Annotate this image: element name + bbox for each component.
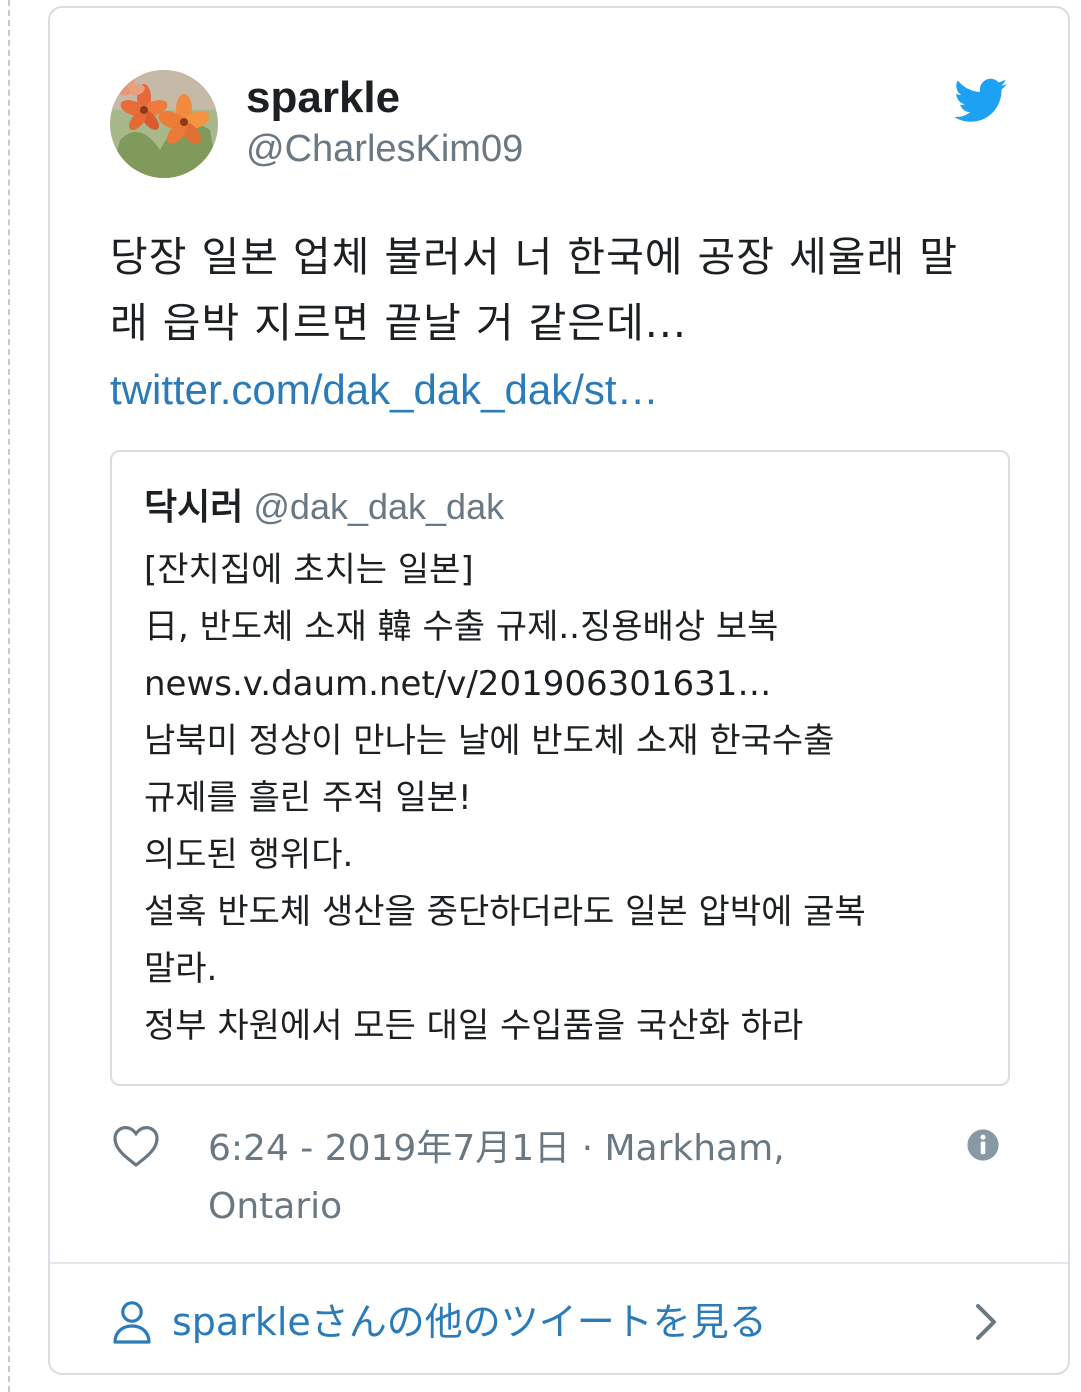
quoted-text-line: 정부 차원에서 모든 대일 수입품을 국산화 하라	[144, 1006, 804, 1046]
quoted-author-handle: @dak_dak_dak	[253, 486, 505, 527]
info-icon[interactable]	[966, 1128, 1000, 1162]
quoted-tweet[interactable]: 닥시러 @dak_dak_dak [잔치집에 초치는 일본] 日, 반도체 소재 …	[110, 450, 1010, 1086]
author-handle[interactable]: @CharlesKim09	[246, 126, 523, 172]
avatar-flower-image	[110, 70, 218, 178]
person-icon	[113, 1301, 151, 1344]
quoted-text-line: news.v.daum.net/v/201906301631…	[144, 664, 772, 704]
quoted-text-line: [잔치집에 초치는 일본]	[144, 550, 474, 590]
footer-divider	[50, 1262, 1068, 1264]
chevron-right-icon[interactable]	[974, 1302, 998, 1342]
quoted-tweet-header: 닥시러 @dak_dak_dak	[144, 482, 504, 533]
quoted-text-line: 규제를 흘린 주적 일본!	[144, 778, 472, 818]
quoted-text-line: 말라.	[144, 949, 218, 989]
quoted-tweet-body: [잔치집에 초치는 일본] 日, 반도체 소재 韓 수출 규제..징용배상 보복…	[144, 542, 984, 1055]
more-tweets-label[interactable]: sparkleさんの他のツイートを見る	[172, 1292, 767, 1352]
tweet-link[interactable]: twitter.com/dak_dak_dak/st…	[110, 360, 659, 420]
avatar[interactable]	[110, 70, 218, 178]
twitter-bird-icon[interactable]	[954, 78, 1008, 124]
quoted-text-line: 설혹 반도체 생산을 중단하더라도 일본 압박에 굴복	[144, 892, 866, 932]
heart-icon[interactable]	[112, 1124, 160, 1168]
quoted-text-line: 日, 반도체 소재 韓 수출 규제..징용배상 보복	[144, 607, 779, 647]
more-tweets-link[interactable]: sparkleさんの他のツイートを見る	[112, 1292, 767, 1352]
tweet-text: 당장 일본 업체 불러서 너 한국에 공장 세울래 말 래 읍박 지르면 끝날 …	[110, 233, 958, 347]
quoted-author-name: 닥시러	[144, 487, 244, 528]
quoted-text-line: 의도된 행위다.	[144, 835, 354, 875]
quoted-text-line: 남북미 정상이 만나는 날에 반도체 소재 한국수출	[144, 721, 835, 761]
author-display-name[interactable]: sparkle	[246, 72, 400, 124]
page-edge-dashed-line	[8, 0, 10, 1392]
tweet-timestamp-location[interactable]: 6:24 - 2019年7月1日 · Markham, Ontario	[208, 1120, 858, 1236]
embedded-tweet-card: sparkle @CharlesKim09 당장 일본 업체 불러서 너 한국에…	[48, 6, 1070, 1375]
